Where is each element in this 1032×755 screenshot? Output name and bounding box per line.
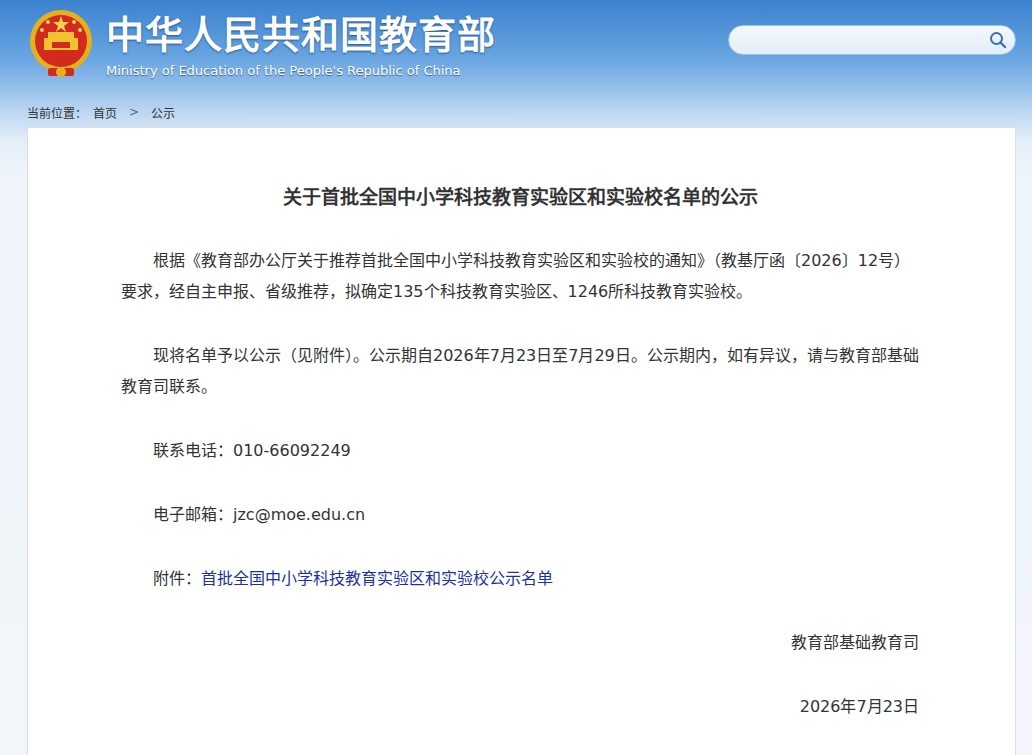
search-box <box>728 25 1016 55</box>
breadcrumb-item[interactable]: 公示 <box>151 104 175 121</box>
article-panel: 关于首批全国中小学科技教育实验区和实验校名单的公示根据《教育部办公厅关于推荐首批… <box>27 127 1016 755</box>
article-date: 2026年7月23日 <box>121 691 919 722</box>
site-brand: 中华人民共和国教育部 Ministry of Education of the P… <box>106 8 496 80</box>
magnifier-icon[interactable] <box>989 31 1007 49</box>
site-header: 中华人民共和国教育部 Ministry of Education of the P… <box>0 0 1032 98</box>
national-emblem-icon[interactable] <box>26 8 96 80</box>
attachment-label: 附件： <box>153 569 201 588</box>
article-paragraph: 现将名单予以公示（见附件）。公示期自2026年7月23日至7月29日。公示期内，… <box>121 340 919 402</box>
attachment-link[interactable]: 首批全国中小学科技教育实验区和实验校公示名单 <box>201 569 553 588</box>
article-paragraph: 电子邮箱：jzc@moe.edu.cn <box>121 499 919 530</box>
article-paragraph: 联系电话：010-66092249 <box>121 435 919 466</box>
breadcrumb: 当前位置： 首页 > 公示 <box>0 98 1032 127</box>
site-title[interactable]: 中华人民共和国教育部 <box>106 12 496 58</box>
breadcrumb-separator: > <box>123 105 145 119</box>
breadcrumb-label: 当前位置： <box>27 104 87 121</box>
site-subtitle: Ministry of Education of the People's Re… <box>106 62 496 80</box>
article-title: 关于首批全国中小学科技教育实验区和实验校名单的公示 <box>121 184 919 210</box>
article-signature: 教育部基础教育司 <box>121 627 919 658</box>
attachment-line: 附件：首批全国中小学科技教育实验区和实验校公示名单 <box>121 563 919 594</box>
article-paragraph: 根据《教育部办公厅关于推荐首批全国中小学科技教育实验区和实验校的通知》（教基厅函… <box>121 245 919 307</box>
breadcrumb-item[interactable]: 首页 <box>93 104 117 121</box>
search-input[interactable] <box>743 32 989 49</box>
